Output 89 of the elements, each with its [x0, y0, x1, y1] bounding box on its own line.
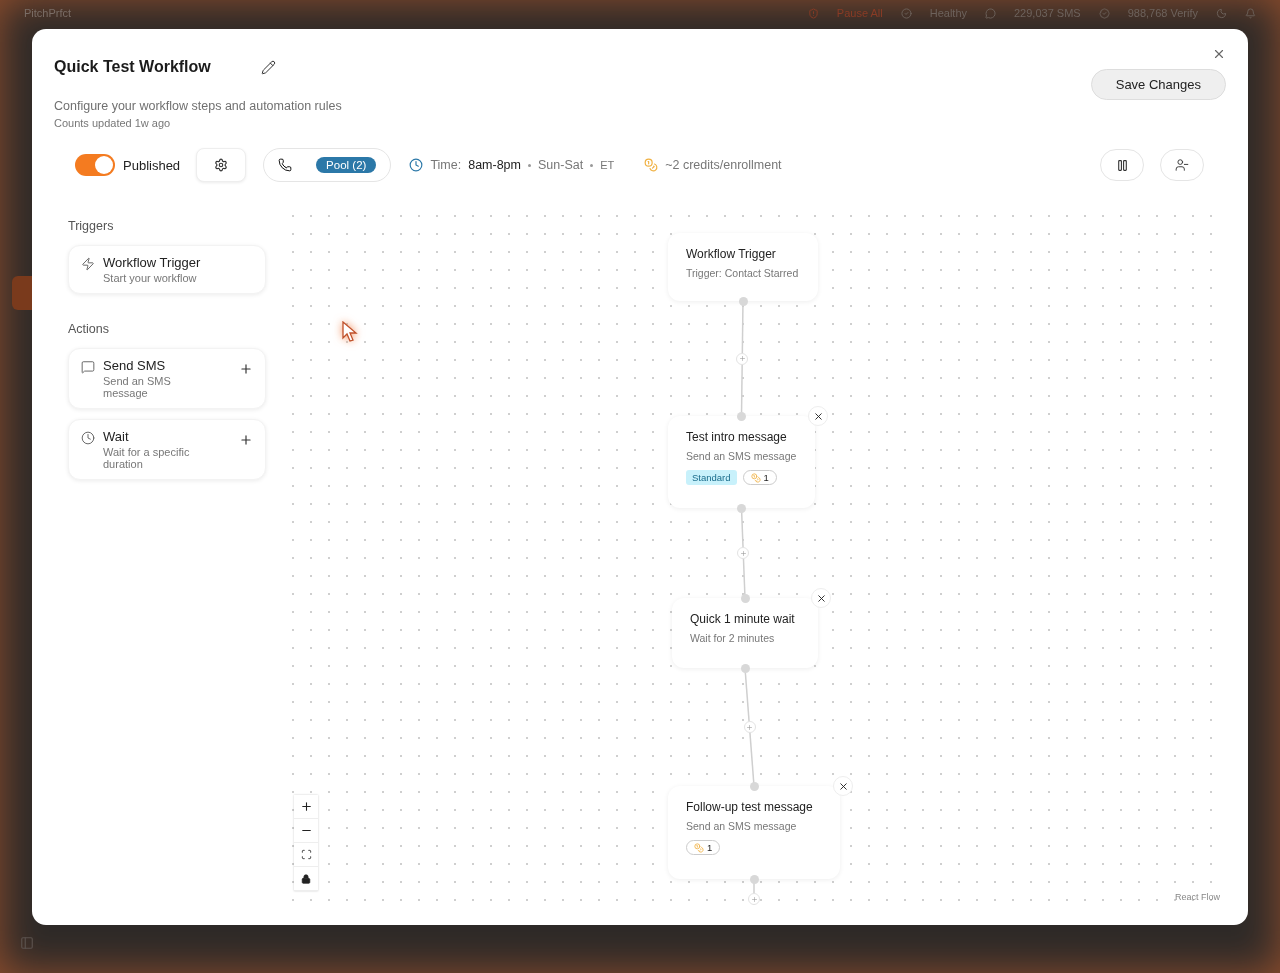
workflow-node[interactable]: Test intro message Send an SMS message Standard 1 [668, 416, 815, 508]
coins-icon [694, 842, 704, 853]
add-step-button[interactable] [743, 721, 756, 733]
step-card[interactable]: Send SMS Send an SMS message [68, 348, 266, 409]
theme-icon[interactable] [1216, 7, 1227, 19]
node-title: Quick 1 minute wait [690, 612, 796, 626]
pause-button[interactable] [1100, 149, 1144, 181]
remove-node-button[interactable] [811, 588, 831, 608]
badge-check-icon [1098, 7, 1110, 19]
save-button[interactable]: Save Changes [1090, 69, 1226, 100]
step-description: Send an SMS message [103, 375, 172, 399]
clock-icon [81, 431, 95, 445]
section-heading: Triggers [68, 219, 115, 233]
handle-dot[interactable] [749, 781, 759, 791]
published-toggle[interactable] [75, 154, 115, 176]
close-icon [837, 780, 849, 792]
remove-node-button[interactable] [808, 406, 828, 426]
modal-subtitle: Configure your workflow steps and automation rules [54, 99, 343, 113]
coins-icon [644, 158, 659, 172]
section-heading: Actions [68, 322, 110, 336]
add-step-button[interactable] [737, 547, 750, 559]
node-subtitle: Trigger: Contact Starred [686, 267, 800, 279]
plus-icon [239, 433, 253, 447]
plus-icon [746, 723, 753, 731]
timezone-text: ET [600, 159, 615, 171]
time-label: Time: [430, 158, 462, 172]
user-minus-icon [1175, 158, 1189, 172]
pause-icon [1115, 158, 1129, 172]
app-logo: PitchPrfct [24, 7, 72, 19]
lock-button[interactable] [294, 867, 318, 891]
node-subtitle: Wait for 2 minutes [690, 632, 776, 644]
edit-button[interactable] [260, 59, 276, 75]
time-value: 8am-8pm [468, 158, 521, 172]
add-step-button[interactable] [748, 893, 760, 905]
sidebar-active-item[interactable] [12, 276, 32, 310]
shield-icon [807, 7, 819, 19]
workflow-node[interactable]: Quick 1 minute wait Wait for 2 minutes [672, 598, 818, 668]
sidebar-toggle-icon[interactable] [20, 936, 34, 950]
chat-icon [985, 7, 996, 19]
lightning-icon [81, 257, 95, 271]
plus-icon [299, 800, 313, 813]
modal-title: Quick Test Workflow [54, 58, 211, 76]
close-icon [1212, 47, 1226, 61]
phone-icon [278, 158, 293, 172]
add-step-button[interactable] [736, 352, 749, 365]
check-circle-icon [900, 7, 912, 19]
step-card[interactable]: Workflow Trigger Start your workflow [68, 245, 266, 294]
clock-icon [409, 158, 424, 172]
node-title: Test intro message [686, 430, 788, 444]
step-title: Send SMS [103, 358, 167, 373]
notification-icon[interactable] [1245, 7, 1256, 19]
step-description: Start your workflow [103, 272, 198, 284]
pool-badge: Pool (2) [316, 157, 377, 173]
step-title: Workflow Trigger [103, 255, 202, 270]
close-icon [812, 410, 824, 422]
plus-icon [750, 895, 758, 903]
settings-button[interactable] [196, 148, 247, 182]
cursor-icon [342, 321, 358, 343]
plus-icon [739, 549, 747, 557]
handle-dot[interactable] [737, 411, 746, 421]
lock-icon [301, 873, 311, 884]
handle-dot[interactable] [740, 593, 750, 603]
attribution-link[interactable]: React Flow [1175, 892, 1220, 902]
workflow-node[interactable]: Follow-up test message Send an SMS message 1 [668, 786, 840, 879]
tier-tag: Standard [686, 470, 737, 485]
step-card[interactable]: Wait Wait for a specific duration [68, 419, 266, 480]
step-title: Wait [103, 429, 130, 444]
chat-icon [81, 360, 95, 374]
workflow-node[interactable]: Workflow Trigger Trigger: Contact Starred [668, 233, 818, 301]
node-subtitle: Send an SMS message [686, 820, 798, 832]
node-title: Workflow Trigger [686, 247, 777, 261]
plus-icon [738, 355, 746, 362]
close-icon [815, 592, 827, 604]
coins-icon [750, 472, 761, 483]
days-text: Sun-Sat [538, 158, 584, 172]
plus-icon [239, 362, 253, 376]
close-button[interactable] [1212, 47, 1226, 61]
published-label: Published [123, 157, 181, 173]
step-description: Wait for a specific duration [103, 446, 191, 470]
node-subtitle: Send an SMS message [686, 450, 797, 462]
settings-icon [214, 158, 229, 172]
counts-updated: Counts updated 1w ago [54, 117, 172, 129]
zoom-in-button[interactable] [294, 795, 318, 819]
remove-user-button[interactable] [1160, 149, 1204, 181]
remove-node-button[interactable] [833, 776, 853, 796]
pencil-icon [260, 59, 276, 75]
credits-text: ~2 credits/enrollment [665, 158, 782, 172]
fit-view-icon [300, 849, 312, 860]
node-title: Follow-up test message [686, 800, 814, 814]
